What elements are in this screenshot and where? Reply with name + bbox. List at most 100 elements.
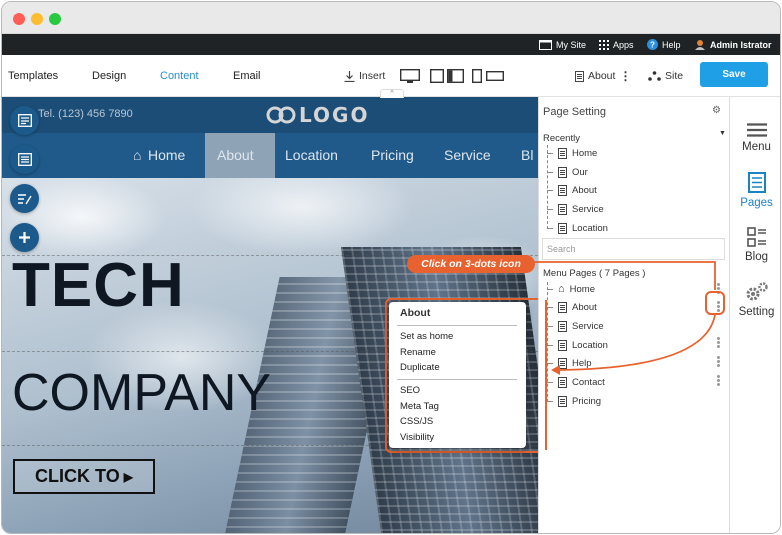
context-menu-title: About [400,307,431,319]
menu-page-help[interactable]: Help [547,355,592,371]
page-icon [558,203,567,215]
recent-page-location[interactable]: Location [547,220,608,236]
site-structure-button[interactable]: Site [648,67,683,85]
tablet-icon [430,69,464,83]
menu-page-service[interactable]: Service [547,318,604,334]
page-icon [558,166,567,178]
help-link[interactable]: ? Help [647,34,681,55]
nav-item-home[interactable]: Home [148,147,185,163]
menu-page-label: Home [569,283,595,295]
tablet-view-button[interactable] [430,67,464,85]
more-vertical-icon[interactable] [717,375,720,387]
sidebar-item-label: Menu [742,141,771,153]
site-logo[interactable]: LOGO [266,105,369,125]
panel-settings-icon[interactable]: ⚙ [712,105,721,116]
menu-page-pricing[interactable]: Pricing [547,393,601,409]
hero-subtitle[interactable]: COMPANY [12,367,271,419]
nav-item-pricing[interactable]: Pricing [371,147,414,163]
menu-page-about[interactable]: About [547,299,597,315]
more-vertical-icon[interactable] [717,337,720,349]
more-vertical-icon[interactable] [717,356,720,368]
insert-button[interactable]: Insert [344,67,385,85]
menu-item-seo[interactable]: SEO [400,385,420,396]
more-vertical-icon[interactable] [717,283,720,295]
sidebar-item-pages[interactable]: Pages [730,172,780,209]
nav-item-blog[interactable]: Bl [521,147,533,163]
menu-pages-label: Menu Pages ( 7 Pages ) [543,268,646,279]
site-label: Site [665,70,684,82]
chevron-down-icon[interactable]: ▼ [719,130,726,137]
tab-content[interactable]: Content [160,70,199,82]
menu-page-label: About [572,301,597,313]
page-search-input[interactable]: Search [542,238,725,260]
home-icon: ⌂ [558,283,565,295]
app-window: My Site Apps ? Help Admin Istrator Templ… [1,1,781,534]
close-window-button[interactable] [13,13,25,25]
admin-label: Admin Istrator [710,39,772,50]
recent-page-home[interactable]: Home [547,145,597,161]
menu-page-label: Help [572,357,592,369]
recent-page-our[interactable]: Our [547,164,588,180]
menu-item-css-js[interactable]: CSS/JS [400,416,433,427]
logo-text: LOGO [299,103,370,127]
recently-label: Recently [543,133,580,144]
apps-link[interactable]: Apps [599,34,634,55]
mobile-view-button[interactable] [472,67,504,85]
maximize-window-button[interactable] [49,13,61,25]
nav-item-location[interactable]: Location [285,147,338,163]
hero-title[interactable]: TECH [12,255,185,317]
sidebar-item-setting[interactable]: Setting [730,282,780,318]
nav-item-about[interactable]: About [217,147,254,163]
page-selector[interactable]: About ⋮ [575,67,631,85]
recent-page-service[interactable]: Service [547,201,604,217]
section-list-button[interactable] [10,145,39,174]
recent-page-label: About [572,184,597,196]
minimize-window-button[interactable] [31,13,43,25]
page-icon [558,301,567,313]
tab-design[interactable]: Design [92,70,126,82]
menu-item-duplicate[interactable]: Duplicate [400,362,440,373]
site-header[interactable]: Tel. (123) 456 7890 LOGO [2,97,538,133]
page-selector-label: About [588,70,616,82]
menu-divider [397,379,517,380]
page-canvas[interactable]: Tel. (123) 456 7890 LOGO ⌂ Home About Lo… [2,97,538,533]
play-triangle-icon: ▶ [123,469,133,484]
sidebar-item-blog[interactable]: Blog [730,227,780,263]
page-icon [558,395,567,407]
add-section-button[interactable] [10,223,39,252]
nav-home-icon: ⌂ [133,147,142,163]
menu-item-visibility[interactable]: Visibility [400,432,434,443]
grid-icon [599,39,609,50]
more-vertical-icon[interactable] [717,301,720,313]
admin-account-link[interactable]: Admin Istrator [694,34,772,55]
hero-cta-button[interactable]: CLICK TO ▶ [13,459,155,494]
sidebar-item-label: Setting [738,306,775,318]
page-layout-button[interactable] [10,106,39,135]
menu-item-rename[interactable]: Rename [400,347,436,358]
menu-divider [397,325,517,326]
nav-item-service[interactable]: Service [444,147,491,163]
page-icon [558,339,567,351]
download-arrow-icon [344,70,355,82]
menu-page-contact[interactable]: Contact [547,374,605,390]
menu-page-label: Contact [572,376,605,388]
menu-page-home[interactable]: ⌂ Home [547,281,595,297]
tab-email[interactable]: Email [233,70,261,82]
edit-content-button[interactable] [10,184,39,213]
account-bar: My Site Apps ? Help Admin Istrator [2,34,780,55]
save-button[interactable]: Save [700,62,768,87]
sidebar-item-menu[interactable]: Menu [730,123,780,153]
insert-panel-toggle[interactable]: ^ [380,89,404,98]
menu-item-meta-tag[interactable]: Meta Tag [400,401,439,412]
menu-page-location[interactable]: Location [547,337,608,353]
page-context-menu: About Set as home Rename Duplicate SEO M… [389,302,526,448]
more-vertical-icon: ⋮ [619,69,632,83]
hero-cta-label: CLICK TO [35,466,120,486]
page-icon [558,357,567,369]
menu-item-set-as-home[interactable]: Set as home [400,331,453,342]
my-site-link[interactable]: My Site [539,34,586,55]
desktop-view-button[interactable] [400,67,420,85]
tab-templates[interactable]: Templates [8,70,58,82]
mobile-icon [472,69,504,83]
recent-page-about[interactable]: About [547,182,597,198]
